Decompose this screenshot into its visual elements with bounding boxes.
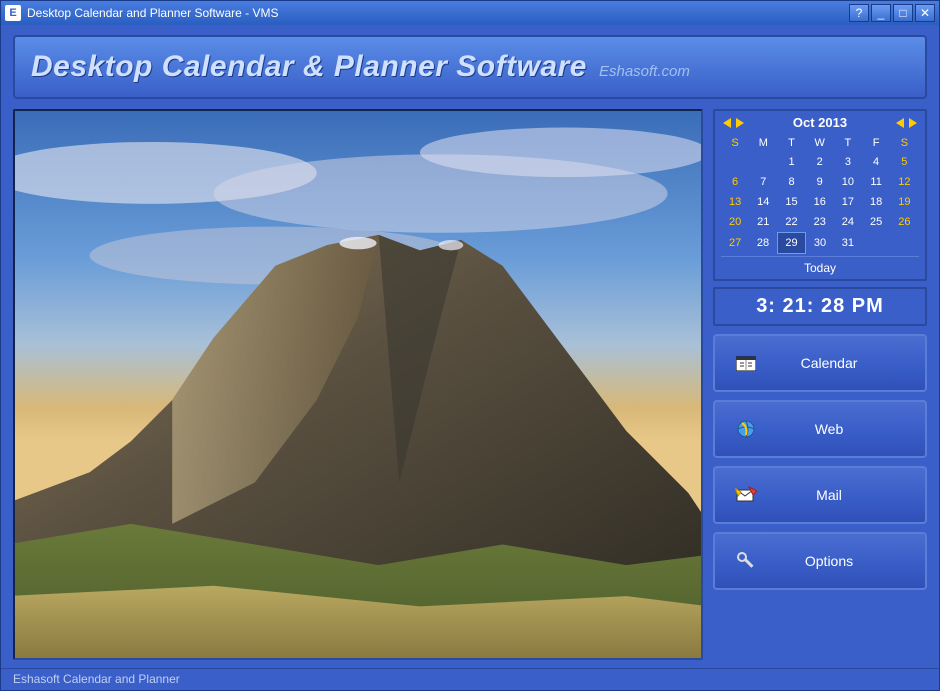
web-button[interactable]: Web <box>713 400 927 458</box>
calendar-day-header: S <box>721 134 749 152</box>
calendar-widget: Oct 2013 SMTWTFS 12345678910111213141516… <box>713 109 927 281</box>
calendar-day-cell[interactable]: 29 <box>777 233 805 254</box>
calendar-day-cell[interactable]: 11 <box>862 172 890 192</box>
calendar-day-cell[interactable]: 18 <box>862 192 890 212</box>
statusbar: Eshasoft Calendar and Planner <box>1 668 939 690</box>
calendar-day-cell[interactable]: 30 <box>806 233 834 254</box>
web-button-label: Web <box>759 421 925 437</box>
mail-icon <box>733 486 759 504</box>
calendar-icon <box>733 355 759 371</box>
prev-month-icon[interactable] <box>894 117 906 129</box>
banner-title: Desktop Calendar & Planner Software <box>31 50 587 84</box>
calendar-day-header: T <box>777 134 805 152</box>
calendar-day-cell <box>862 233 890 254</box>
prev-year-icon[interactable] <box>721 117 733 129</box>
image-panel <box>13 109 703 660</box>
mountain-image <box>15 111 701 658</box>
status-text: Eshasoft Calendar and Planner <box>13 672 180 686</box>
close-button[interactable]: ✕ <box>915 4 935 22</box>
calendar-day-cell[interactable]: 9 <box>806 172 834 192</box>
minimize-button[interactable]: _ <box>871 4 891 22</box>
calendar-day-cell[interactable]: 23 <box>806 212 834 233</box>
calendar-day-cell <box>890 233 918 254</box>
calendar-day-cell[interactable]: 13 <box>721 192 749 212</box>
calendar-button-label: Calendar <box>759 355 925 371</box>
calendar-day-cell[interactable]: 14 <box>749 192 777 212</box>
calendar-day-cell[interactable]: 6 <box>721 172 749 192</box>
clock-time: 3: 21: 28 PM <box>715 295 925 318</box>
clock-widget: 3: 21: 28 PM <box>713 287 927 326</box>
calendar-day-header: F <box>862 134 890 152</box>
calendar-day-cell[interactable]: 1 <box>777 152 805 172</box>
calendar-day-cell <box>749 152 777 172</box>
calendar-day-cell[interactable]: 17 <box>834 192 862 212</box>
app-icon: E <box>5 5 21 21</box>
mail-button[interactable]: Mail <box>713 466 927 524</box>
calendar-day-cell[interactable]: 2 <box>806 152 834 172</box>
calendar-day-cell[interactable]: 22 <box>777 212 805 233</box>
banner-subtitle: Eshasoft.com <box>599 63 690 80</box>
titlebar: E Desktop Calendar and Planner Software … <box>1 1 939 25</box>
options-button-label: Options <box>759 553 925 569</box>
next-month-icon[interactable] <box>907 117 919 129</box>
calendar-day-header: M <box>749 134 777 152</box>
calendar-day-cell[interactable]: 28 <box>749 233 777 254</box>
calendar-day-cell[interactable]: 24 <box>834 212 862 233</box>
maximize-button[interactable]: □ <box>893 4 913 22</box>
calendar-day-cell[interactable]: 19 <box>890 192 918 212</box>
mail-button-label: Mail <box>759 487 925 503</box>
calendar-button[interactable]: Calendar <box>713 334 927 392</box>
calendar-day-cell[interactable]: 5 <box>890 152 918 172</box>
calendar-day-cell[interactable]: 27 <box>721 233 749 254</box>
calendar-day-header: W <box>806 134 834 152</box>
calendar-day-cell[interactable]: 21 <box>749 212 777 233</box>
next-year-icon[interactable] <box>734 117 746 129</box>
calendar-day-cell[interactable]: 16 <box>806 192 834 212</box>
calendar-day-cell[interactable]: 4 <box>862 152 890 172</box>
today-button[interactable]: Today <box>721 256 919 277</box>
calendar-day-cell[interactable]: 8 <box>777 172 805 192</box>
calendar-day-cell[interactable]: 20 <box>721 212 749 233</box>
calendar-day-cell[interactable]: 26 <box>890 212 918 233</box>
web-icon <box>733 419 759 439</box>
calendar-day-cell[interactable]: 15 <box>777 192 805 212</box>
calendar-day-cell[interactable]: 25 <box>862 212 890 233</box>
calendar-day-header: T <box>834 134 862 152</box>
calendar-day-cell[interactable]: 12 <box>890 172 918 192</box>
options-button[interactable]: Options <box>713 532 927 590</box>
calendar-day-cell[interactable]: 7 <box>749 172 777 192</box>
banner: Desktop Calendar & Planner Software Esha… <box>13 35 927 99</box>
calendar-day-cell[interactable]: 10 <box>834 172 862 192</box>
calendar-day-cell <box>721 152 749 172</box>
calendar-month-title: Oct 2013 <box>793 115 847 130</box>
calendar-day-cell[interactable]: 31 <box>834 233 862 254</box>
window-title: Desktop Calendar and Planner Software - … <box>27 6 847 20</box>
calendar-day-header: S <box>890 134 918 152</box>
help-button[interactable]: ? <box>849 4 869 22</box>
calendar-day-cell[interactable]: 3 <box>834 152 862 172</box>
calendar-grid: SMTWTFS 12345678910111213141516171819202… <box>721 134 919 254</box>
options-icon <box>733 551 759 571</box>
